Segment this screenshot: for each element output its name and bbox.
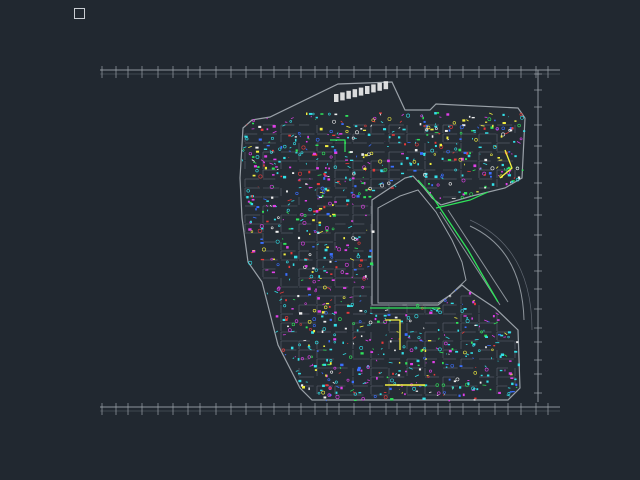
drawing-canvas[interactable]: [0, 0, 640, 480]
top-dimension-line: [100, 66, 560, 78]
bottom-dimension-line: [100, 403, 560, 415]
right-dimension-line: [534, 70, 542, 402]
floor-plan-drawing[interactable]: [0, 0, 640, 480]
